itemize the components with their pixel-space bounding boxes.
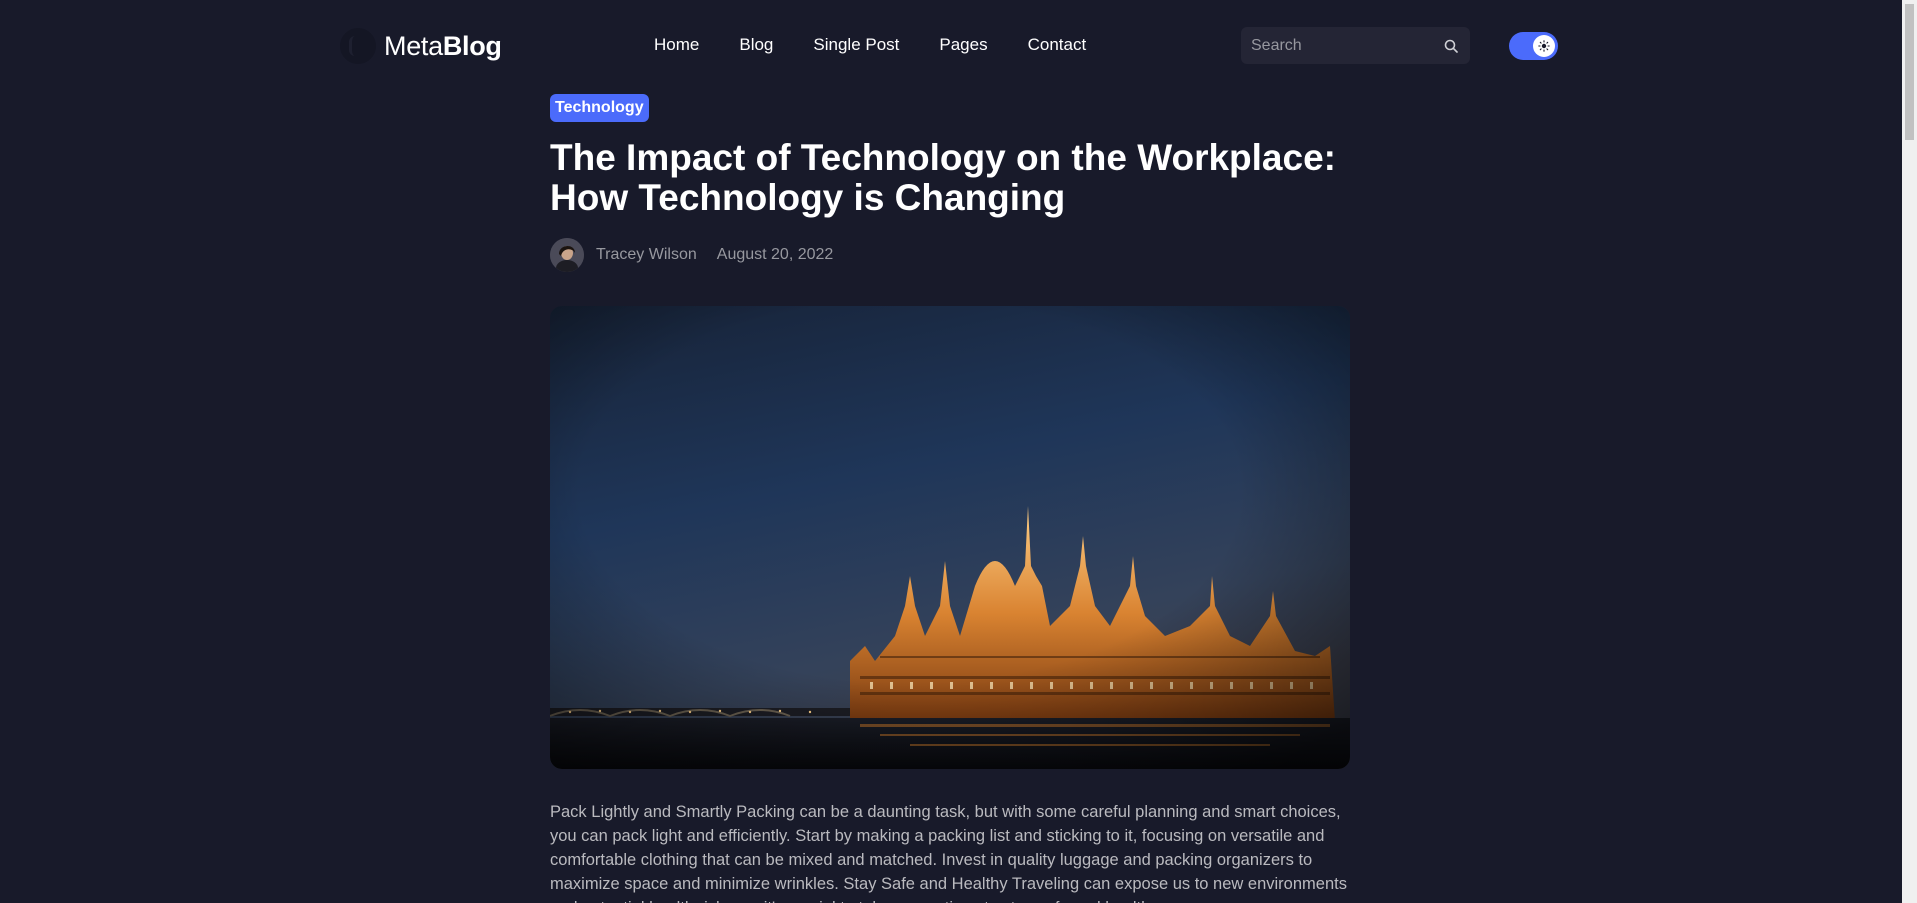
- logo-text: MetaBlog: [384, 31, 502, 62]
- hero-image: [550, 306, 1350, 769]
- article-title-line-2: How Technology is Changing: [550, 177, 1066, 218]
- author-name[interactable]: Tracey Wilson: [596, 246, 697, 264]
- site-logo[interactable]: MetaBlog: [340, 28, 502, 64]
- logo-text-meta: Meta: [384, 30, 443, 61]
- article-body: Pack Lightly and Smartly Packing can be …: [550, 803, 1347, 903]
- article-meta: Tracey Wilson August 20, 2022: [550, 238, 1350, 272]
- parliament-night-photo: [550, 306, 1350, 769]
- nav-single-post[interactable]: Single Post: [813, 34, 899, 56]
- category-badge[interactable]: Technology: [550, 94, 649, 122]
- article-title: The Impact of Technology on the Workplac…: [550, 138, 1350, 218]
- theme-toggle[interactable]: [1509, 32, 1558, 60]
- site-header: MetaBlog Home Blog Single Post Pages Con…: [0, 0, 1902, 92]
- article-title-line-1: The Impact of Technology on the Workplac…: [550, 137, 1336, 178]
- sun-icon: [1538, 40, 1550, 52]
- nav-home[interactable]: Home: [654, 34, 699, 56]
- scrollbar-thumb[interactable]: [1905, 4, 1914, 140]
- nav-contact[interactable]: Contact: [1028, 34, 1087, 56]
- logo-icon: [340, 28, 376, 64]
- publish-date: August 20, 2022: [716, 246, 834, 263]
- logo-text-blog: Blog: [442, 30, 502, 61]
- author-avatar[interactable]: [550, 238, 584, 272]
- search-box: [1241, 27, 1470, 64]
- toggle-knob: [1533, 35, 1555, 57]
- article-header: Technology The Impact of Technology on t…: [550, 94, 1350, 272]
- page-scrollbar[interactable]: [1902, 0, 1917, 903]
- nav-blog[interactable]: Blog: [739, 34, 773, 56]
- nav-pages[interactable]: Pages: [939, 34, 987, 56]
- search-input[interactable]: [1241, 27, 1431, 64]
- main-nav: Home Blog Single Post Pages Contact: [654, 34, 1126, 56]
- avatar-image: [550, 238, 584, 272]
- search-icon[interactable]: [1444, 39, 1458, 53]
